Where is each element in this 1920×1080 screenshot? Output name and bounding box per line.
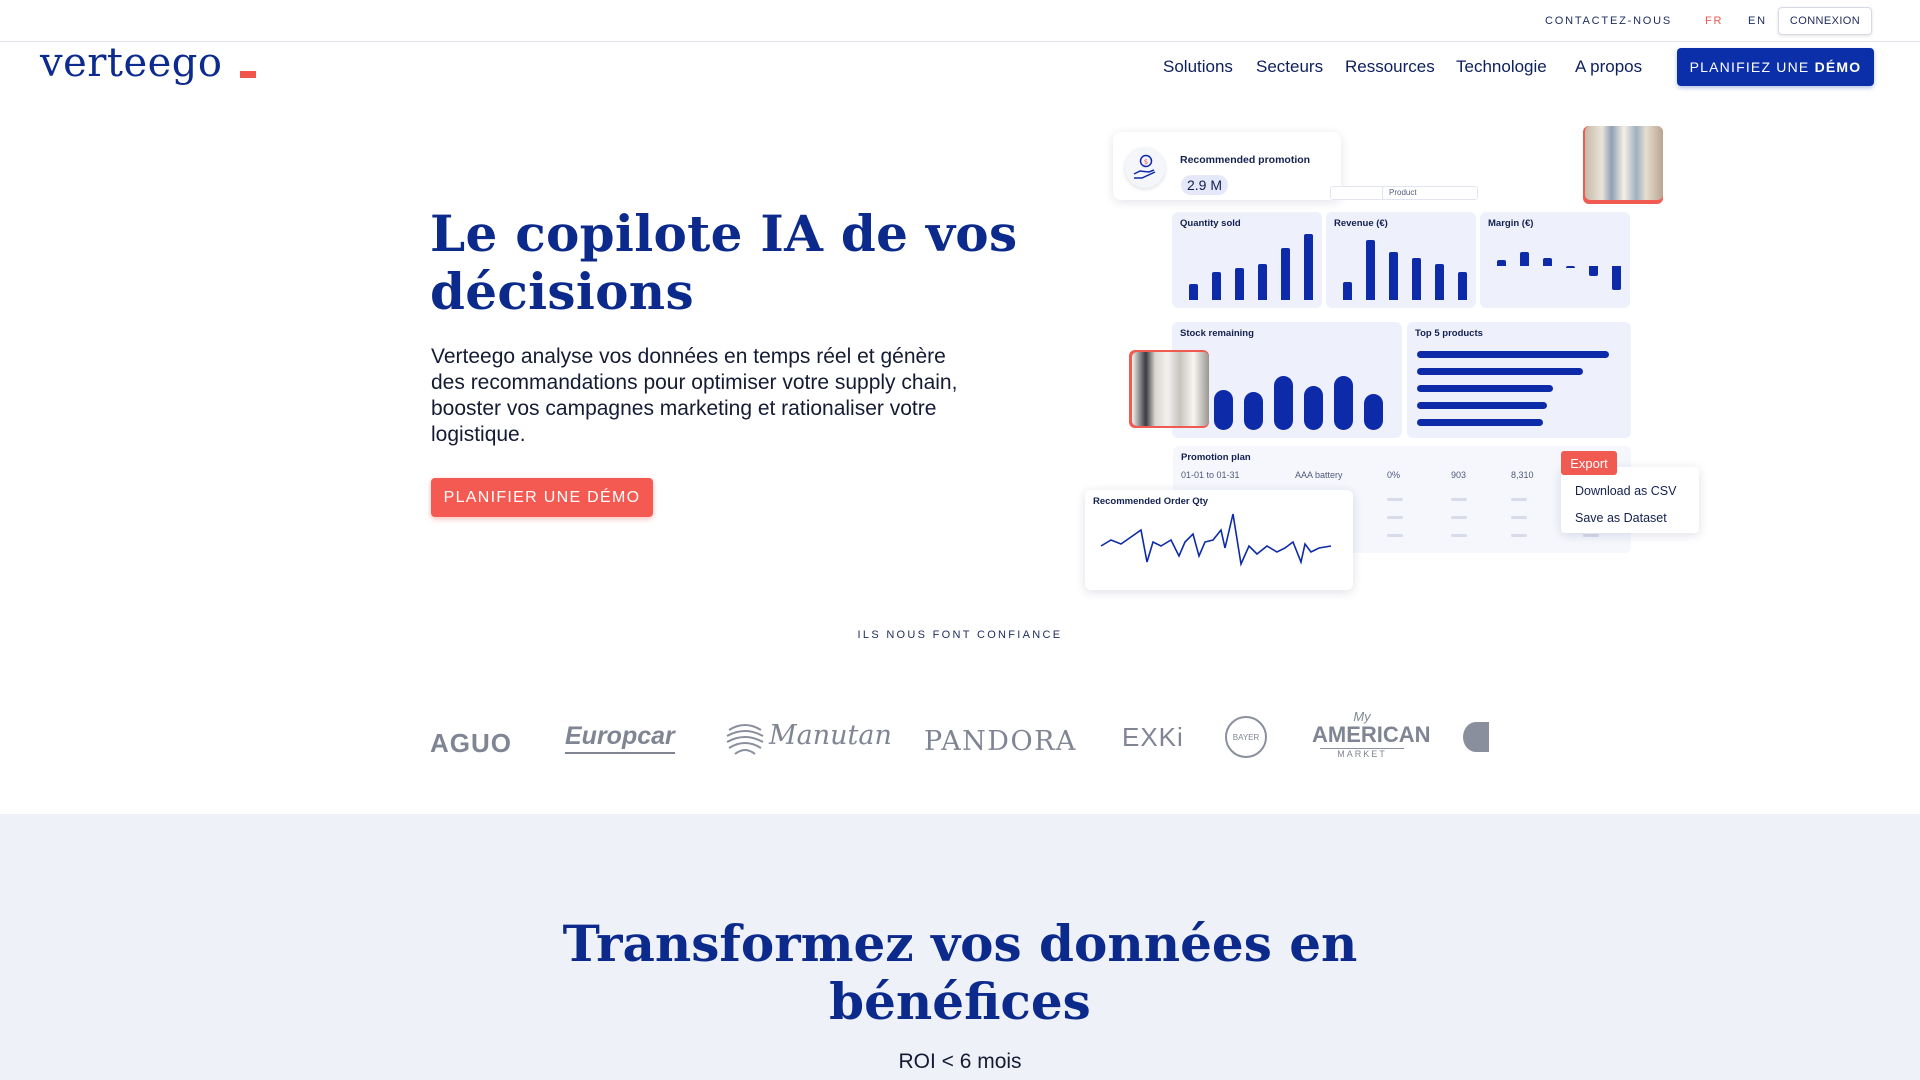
language-en-link[interactable]: EN bbox=[1748, 15, 1767, 27]
plan-cell-period: 01-01 to 01-31 bbox=[1181, 470, 1240, 480]
benefits-title-text: Transformez vos données en bénéfices bbox=[562, 914, 1358, 1031]
promo-value: 2.9 M bbox=[1181, 175, 1229, 195]
nav-technologie[interactable]: Technologie bbox=[1456, 57, 1547, 77]
revenue-title: Revenue (€) bbox=[1334, 218, 1388, 229]
save-dataset-option: Save as Dataset bbox=[1575, 511, 1667, 525]
hero-title: Le copilote IA de vos décisions bbox=[430, 204, 1018, 321]
svg-text:$: $ bbox=[1144, 158, 1148, 166]
plan-cell-qty: 903 bbox=[1451, 470, 1467, 480]
store-aisle-photo bbox=[1583, 126, 1663, 204]
nav-a-propos[interactable]: A propos bbox=[1575, 57, 1642, 77]
revenue-card: Revenue (€) bbox=[1326, 212, 1476, 308]
margin-card: Margin (€) bbox=[1480, 212, 1630, 308]
manutan-swirl-icon bbox=[725, 718, 765, 758]
order-qty-sparkline bbox=[1100, 513, 1332, 567]
nav-secteurs[interactable]: Secteurs bbox=[1256, 57, 1323, 77]
utility-bar: CONTACTEZ-NOUS FR EN CONNEXION bbox=[0, 0, 1920, 42]
filter-product-label: Product bbox=[1389, 188, 1417, 197]
plan-demo-hero-button[interactable]: PLANIFIER UNE DÉMO bbox=[431, 478, 653, 517]
recommended-order-card: Recommended Order Qty bbox=[1085, 490, 1353, 590]
plan-demo-nav-label: PLANIFIEZ UNE bbox=[1689, 59, 1815, 75]
hero-description: Verteego analyse vos données en temps ré… bbox=[431, 345, 958, 446]
logo-market-text: MARKET bbox=[1320, 748, 1404, 759]
logo-europcar: Europcar bbox=[565, 722, 675, 754]
plan-cell-value: 8,310 bbox=[1511, 470, 1534, 480]
benefits-section: Transformez vos données en bénéfices ROI… bbox=[0, 814, 1920, 1080]
export-menu: Download as CSV Save as Dataset bbox=[1561, 467, 1699, 533]
verteego-logo[interactable]: verteego bbox=[40, 40, 223, 86]
quantity-sold-title: Quantity sold bbox=[1180, 218, 1241, 229]
quantity-sold-card: Quantity sold bbox=[1172, 212, 1322, 308]
logo-aguo: AGUO bbox=[430, 728, 512, 758]
logo-pandora: PANDORA bbox=[924, 726, 1077, 757]
trust-title: ILS NOUS FONT CONFIANCE bbox=[857, 629, 1063, 641]
hand-coin-icon: $ bbox=[1125, 148, 1165, 188]
promo-label: Recommended promotion bbox=[1180, 154, 1311, 166]
stock-remaining-title: Stock remaining bbox=[1180, 328, 1254, 339]
logo-bayer: BAYER bbox=[1225, 716, 1267, 758]
download-csv-option: Download as CSV bbox=[1575, 484, 1677, 498]
logo-exki: EXKi bbox=[1122, 722, 1184, 752]
nav-ressources[interactable]: Ressources bbox=[1345, 57, 1435, 77]
clothing-rack-photo bbox=[1129, 350, 1209, 428]
benefits-title: Transformez vos données en bénéfices bbox=[0, 915, 1920, 1031]
dashboard-illustration: $ Recommended promotion 2.9 M Product Qu… bbox=[1085, 120, 1705, 600]
recommended-promotion-card: $ Recommended promotion 2.9 M bbox=[1113, 132, 1341, 200]
nav-solutions[interactable]: Solutions bbox=[1163, 57, 1233, 77]
login-button[interactable]: CONNEXION bbox=[1778, 7, 1872, 35]
logo-my-american-market: My AMERICAN MARKET bbox=[1312, 709, 1431, 759]
margin-title: Margin (€) bbox=[1488, 218, 1534, 229]
roi-subtitle: ROI < 6 mois bbox=[898, 1050, 1022, 1073]
logo-accent-dash bbox=[240, 71, 256, 78]
top-products-card: Top 5 products bbox=[1407, 322, 1631, 438]
top-products-title: Top 5 products bbox=[1415, 328, 1483, 339]
partial-logo-icon bbox=[1463, 722, 1489, 752]
plan-cell-product: AAA battery bbox=[1295, 470, 1343, 480]
plan-cell-discount: 0% bbox=[1387, 470, 1401, 480]
filter-product: Product bbox=[1382, 186, 1478, 200]
logo-american-text: AMERICAN bbox=[1312, 722, 1431, 747]
promotion-plan-title: Promotion plan bbox=[1181, 452, 1251, 463]
language-fr-link[interactable]: FR bbox=[1705, 15, 1723, 27]
logo-manutan: Manutan bbox=[769, 720, 892, 751]
contact-link[interactable]: CONTACTEZ-NOUS bbox=[1545, 15, 1672, 27]
export-tag: Export bbox=[1561, 451, 1617, 475]
logo-bayer-text: BAYER bbox=[1232, 732, 1260, 742]
plan-demo-nav-label-bold: DÉMO bbox=[1814, 59, 1862, 75]
plan-demo-nav-button[interactable]: PLANIFIEZ UNE DÉMO bbox=[1677, 48, 1874, 86]
